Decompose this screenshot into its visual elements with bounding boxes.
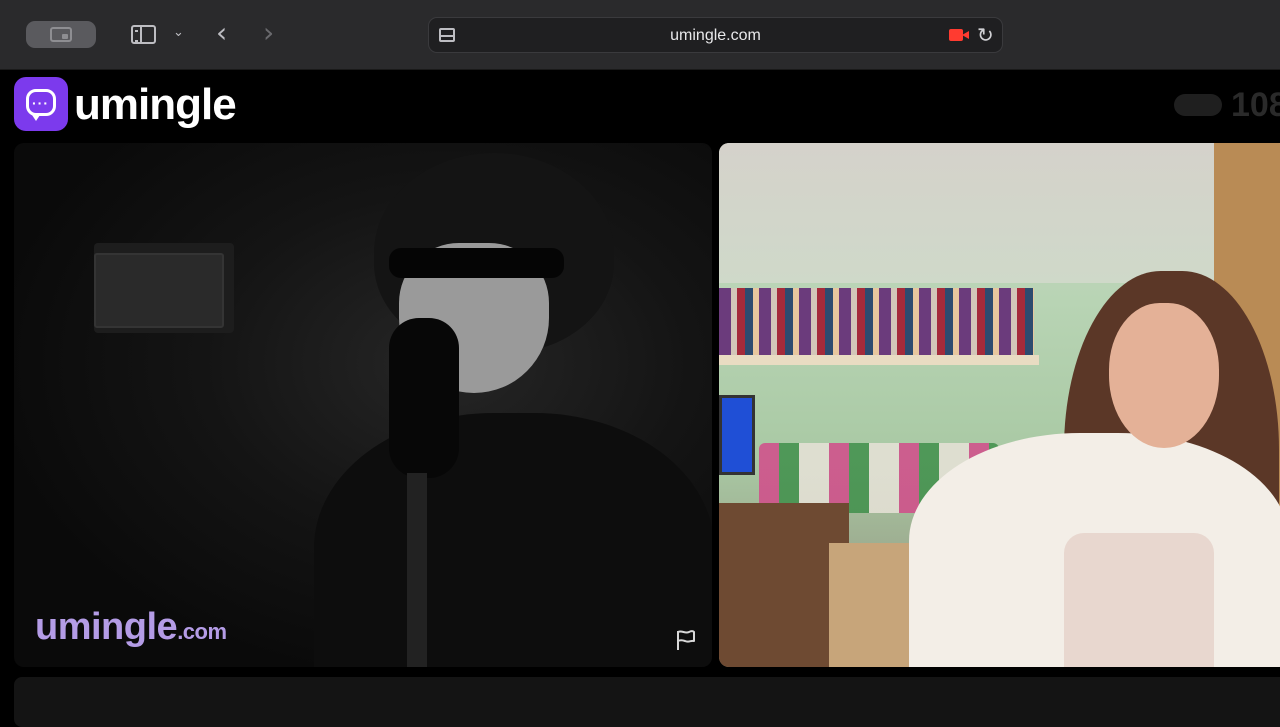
site-brand[interactable]: umingle xyxy=(74,80,237,130)
url-text[interactable]: umingle.com xyxy=(429,27,1002,45)
tab-overview-icon xyxy=(50,27,72,42)
report-flag-icon[interactable] xyxy=(674,628,698,652)
camera-recording-icon[interactable] xyxy=(949,29,969,41)
browser-toolbar: ⌄ ‹ › umingle.com ↻ xyxy=(0,0,1280,70)
address-bar[interactable]: umingle.com ↻ xyxy=(428,17,1003,53)
watermark-tld: .com xyxy=(177,619,227,644)
self-video xyxy=(719,143,1280,667)
watermark-name: umingle xyxy=(35,606,178,648)
forward-icon[interactable]: › xyxy=(263,19,274,47)
tab-overview-button[interactable] xyxy=(26,21,96,48)
sidebar-icon[interactable] xyxy=(131,25,156,44)
chat-bubble-icon: ··· xyxy=(26,89,56,121)
chevron-down-icon[interactable]: ⌄ xyxy=(173,24,184,40)
online-count: 108 xyxy=(1231,86,1280,124)
stranger-video: umingle.com xyxy=(14,143,712,667)
back-icon[interactable]: ‹ xyxy=(216,19,227,47)
reload-icon[interactable]: ↻ xyxy=(977,23,994,47)
theme-toggle[interactable] xyxy=(1174,94,1222,116)
video-watermark: umingle.com xyxy=(35,606,227,649)
logo-icon[interactable]: ··· xyxy=(14,77,68,131)
